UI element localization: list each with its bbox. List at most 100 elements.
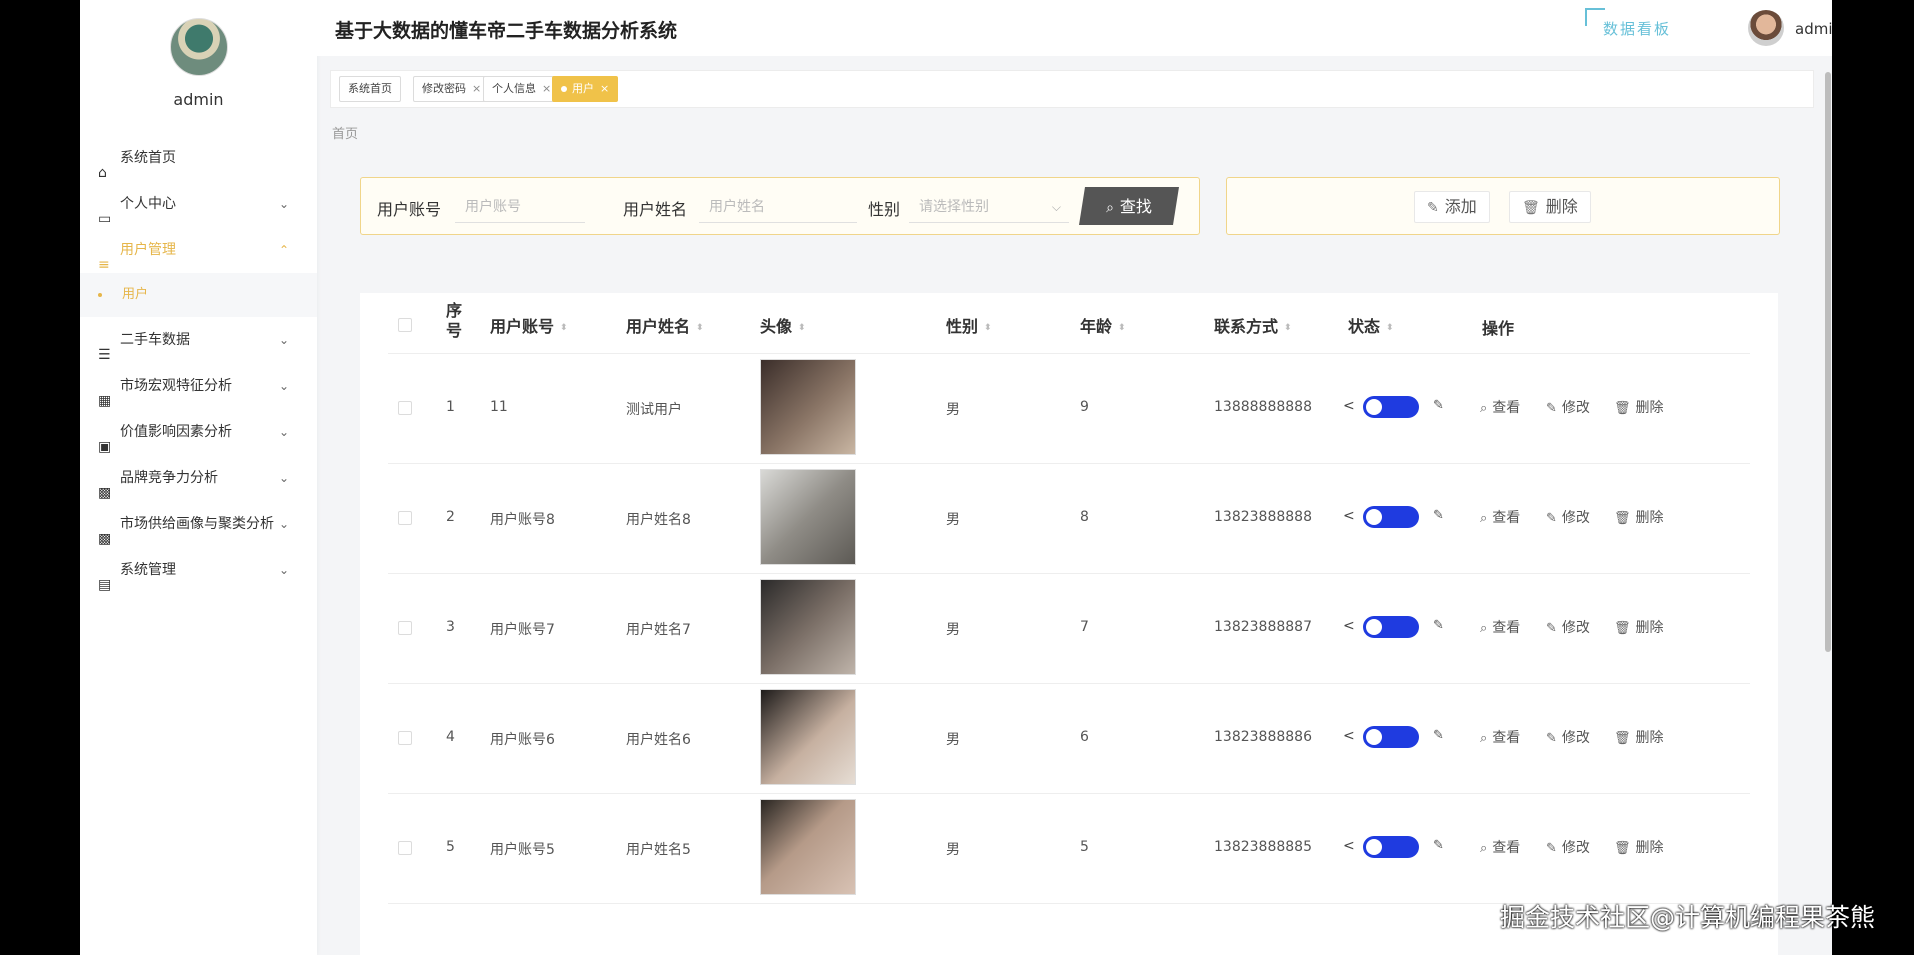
sidebar-item-2[interactable]: ≡ 用户管理 ⌃ <box>80 227 317 273</box>
edit-pen-icon[interactable]: ✎ <box>1433 398 1444 413</box>
close-icon[interactable]: × <box>542 82 551 95</box>
cell-avatar-image[interactable] <box>760 799 856 895</box>
name-input[interactable] <box>699 192 857 223</box>
trash-icon: 🗑 <box>1522 200 1540 216</box>
col-age[interactable]: 年龄 ⬍ <box>1080 313 1126 337</box>
edit-pen-icon[interactable]: ✎ <box>1433 618 1444 633</box>
col-account[interactable]: 用户账号 ⬍ <box>490 313 568 337</box>
delete-button[interactable]: 🗑 删除 <box>1614 617 1664 637</box>
row-checkbox[interactable] <box>398 841 412 855</box>
chevron-up-icon[interactable]: ⌃ <box>279 227 289 273</box>
edit-button[interactable]: ✎ 修改 <box>1546 397 1590 417</box>
sort-icon[interactable]: ⬍ <box>1284 323 1292 333</box>
col-status[interactable]: 状态 ⬍ <box>1348 313 1394 337</box>
tab-label: 修改密码 <box>422 82 466 95</box>
cell-gender: 男 <box>946 842 960 858</box>
status-toggle[interactable] <box>1363 616 1419 638</box>
chevron-down-icon[interactable]: ⌄ <box>279 317 289 363</box>
chevron-down-icon[interactable]: ⌄ <box>279 363 289 409</box>
close-icon[interactable]: × <box>600 82 609 95</box>
share-icon[interactable]: < <box>1343 838 1355 854</box>
sidebar-item-3[interactable]: ☰ 二手车数据 ⌄ <box>80 317 317 363</box>
view-button[interactable]: ⌕ 查看 <box>1480 727 1520 747</box>
delete-button[interactable]: 🗑 删除 <box>1614 397 1664 417</box>
view-button[interactable]: ⌕ 查看 <box>1480 617 1520 637</box>
chevron-down-icon[interactable]: ⌄ <box>279 547 289 593</box>
cell-name: 用户姓名6 <box>626 732 691 748</box>
sort-icon[interactable]: ⬍ <box>560 323 568 333</box>
sidebar-item-6[interactable]: ▩ 品牌竞争力分析 ⌄ <box>80 455 317 501</box>
sort-icon[interactable]: ⬍ <box>1118 323 1126 333</box>
cell-avatar-image[interactable] <box>760 469 856 565</box>
edit-button[interactable]: ✎ 修改 <box>1546 727 1590 747</box>
edit-pen-icon[interactable]: ✎ <box>1433 508 1444 523</box>
sort-icon[interactable]: ⬍ <box>798 323 806 333</box>
gender-select[interactable]: 请选择性别 ⌵ <box>909 192 1069 223</box>
dashboard-link[interactable]: 数据看板 <box>1584 8 1671 39</box>
status-toggle[interactable] <box>1363 836 1419 858</box>
share-icon[interactable]: < <box>1343 398 1355 414</box>
sort-icon[interactable]: ⬍ <box>696 323 704 333</box>
share-icon[interactable]: < <box>1343 508 1355 524</box>
account-input[interactable] <box>455 192 585 223</box>
delete-button[interactable]: 🗑 删除 <box>1614 507 1664 527</box>
gender-select-placeholder: 请选择性别 <box>919 199 989 215</box>
cell-avatar-image[interactable] <box>760 359 856 455</box>
edit-label: 修改 <box>1561 400 1590 416</box>
edit-button[interactable]: ✎ 修改 <box>1546 837 1590 857</box>
col-gender[interactable]: 性别 ⬍ <box>946 313 992 337</box>
cell-avatar-image[interactable] <box>760 689 856 785</box>
batch-delete-button[interactable]: 🗑 删除 <box>1509 191 1591 223</box>
sidebar-item-8[interactable]: ▤ 系统管理 ⌄ <box>80 547 317 593</box>
edit-pen-icon[interactable]: ✎ <box>1433 838 1444 853</box>
col-name[interactable]: 用户姓名 ⬍ <box>626 313 704 337</box>
status-toggle[interactable] <box>1363 726 1419 748</box>
row-checkbox[interactable] <box>398 731 412 745</box>
view-button[interactable]: ⌕ 查看 <box>1480 837 1520 857</box>
cell-account: 用户账号7 <box>490 622 555 638</box>
breadcrumb[interactable]: 首页 <box>332 123 358 142</box>
view-button[interactable]: ⌕ 查看 <box>1480 397 1520 417</box>
chevron-down-icon[interactable]: ⌄ <box>279 455 289 501</box>
header-avatar[interactable] <box>1748 10 1784 46</box>
sort-icon[interactable]: ⬍ <box>984 323 992 333</box>
chevron-down-icon[interactable]: ⌄ <box>279 181 289 227</box>
header-username[interactable]: admin <box>1795 20 1832 38</box>
delete-button[interactable]: 🗑 删除 <box>1614 727 1664 747</box>
add-button[interactable]: ✎ 添加 <box>1414 191 1490 223</box>
share-icon[interactable]: < <box>1343 728 1355 744</box>
sidebar-item-1[interactable]: ▭ 个人中心 ⌄ <box>80 181 317 227</box>
tab-3[interactable]: 用户 × <box>552 76 619 102</box>
cell-avatar-image[interactable] <box>760 579 856 675</box>
sort-icon[interactable]: ⬍ <box>1386 323 1394 333</box>
sidebar-item-5[interactable]: ▣ 价值影响因素分析 ⌄ <box>80 409 317 455</box>
sidebar-item-7[interactable]: ▩ 市场供给画像与聚类分析 ⌄ <box>80 501 317 547</box>
delete-button[interactable]: 🗑 删除 <box>1614 837 1664 857</box>
edit-pen-icon[interactable]: ✎ <box>1433 728 1444 743</box>
tab-0[interactable]: 系统首页 <box>339 76 401 102</box>
page-scrollbar[interactable] <box>1825 72 1831 652</box>
edit-button[interactable]: ✎ 修改 <box>1546 507 1590 527</box>
status-toggle[interactable] <box>1363 396 1419 418</box>
sidebar-item-4[interactable]: ▦ 市场宏观特征分析 ⌄ <box>80 363 317 409</box>
close-icon[interactable]: × <box>472 82 481 95</box>
sidebar-avatar[interactable] <box>169 18 228 76</box>
view-button[interactable]: ⌕ 查看 <box>1480 507 1520 527</box>
chevron-down-icon[interactable]: ⌄ <box>279 409 289 455</box>
share-icon[interactable]: < <box>1343 618 1355 634</box>
status-toggle[interactable] <box>1363 506 1419 528</box>
sidebar-item-0[interactable]: ⌂ 系统首页 <box>80 135 317 181</box>
row-checkbox[interactable] <box>398 621 412 635</box>
col-avatar[interactable]: 头像 ⬍ <box>760 313 806 337</box>
search-button[interactable]: ⌕ 查找 <box>1079 187 1179 225</box>
tab-1[interactable]: 修改密码 × <box>413 76 491 102</box>
chevron-down-icon[interactable]: ⌄ <box>279 501 289 547</box>
col-phone[interactable]: 联系方式 ⬍ <box>1214 313 1292 337</box>
select-all-checkbox[interactable] <box>398 318 412 332</box>
tab-2[interactable]: 个人信息 × <box>483 76 561 102</box>
edit-button[interactable]: ✎ 修改 <box>1546 617 1590 637</box>
sidebar-subitem-user[interactable]: 用户 <box>80 273 317 317</box>
row-checkbox[interactable] <box>398 401 412 415</box>
cell-account: 用户账号5 <box>490 842 555 858</box>
row-checkbox[interactable] <box>398 511 412 525</box>
